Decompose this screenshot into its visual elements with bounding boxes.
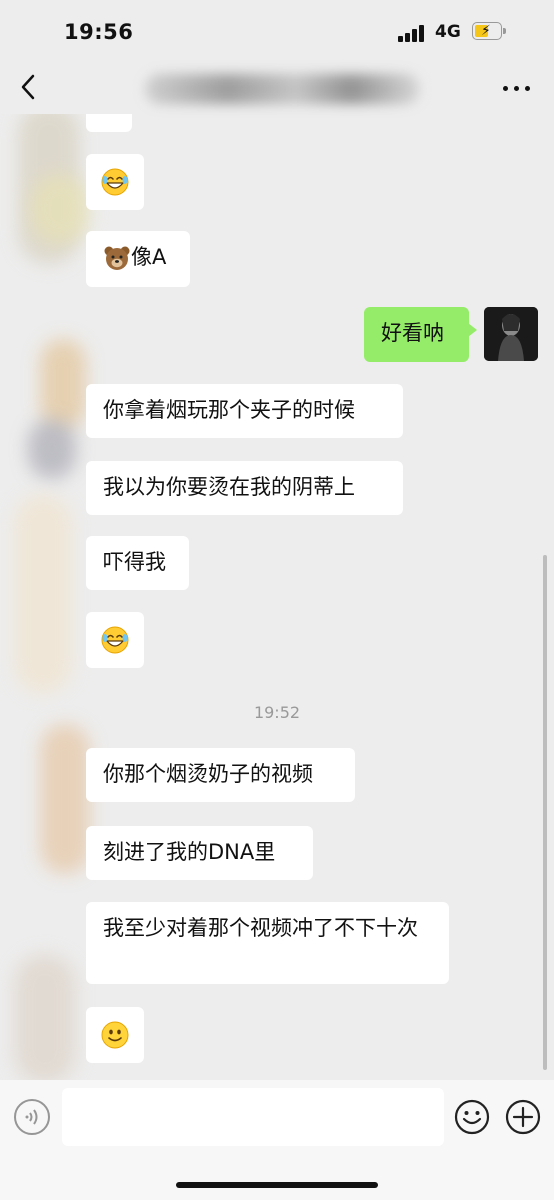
chevron-left-icon (21, 74, 35, 100)
outgoing-message-bubble[interactable]: 好看呐 (364, 307, 477, 362)
message-bubble[interactable]: 刻进了我的DNA里 (86, 826, 313, 880)
message-input[interactable] (62, 1088, 444, 1146)
my-avatar[interactable] (484, 307, 538, 361)
message-text: 你那个烟烫奶子的视频 (103, 762, 313, 786)
voice-button[interactable] (14, 1099, 50, 1135)
voice-icon (25, 1109, 38, 1125)
message-text: 我以为你要烫在我的阴蒂上 (103, 475, 355, 499)
message-bubble[interactable] (86, 1007, 144, 1063)
emoji-button[interactable] (454, 1099, 490, 1135)
grin-sweat-emoji-icon (101, 626, 129, 654)
message-bubble[interactable]: 像A (86, 231, 190, 287)
message-text: 好看呐 (381, 321, 444, 345)
message-text: 你拿着烟玩那个夹子的时候 (103, 398, 355, 422)
message-text: 我至少对着那个视频冲了不下十次 (103, 916, 418, 940)
message-text: 刻进了我的DNA里 (103, 840, 276, 864)
avatar-redacted (40, 339, 86, 429)
message-text: 像A (131, 245, 167, 269)
message-bubble[interactable] (86, 612, 144, 668)
avatar-redacted (14, 494, 72, 694)
home-indicator[interactable] (176, 1182, 378, 1188)
scrollbar[interactable] (543, 555, 547, 1070)
more-button[interactable] (500, 76, 534, 100)
avatar-redacted (40, 724, 90, 874)
more-functions-button[interactable] (505, 1099, 541, 1135)
avatar-redacted (14, 954, 76, 1080)
chat-header (0, 62, 554, 114)
message-bubble[interactable]: 你拿着烟玩那个夹子的时候 (86, 384, 403, 438)
smile-emoji-icon (101, 1021, 129, 1049)
message-bubble-cut[interactable] (86, 114, 132, 132)
message-bubble[interactable]: 吓得我 (86, 536, 189, 590)
message-bubble[interactable]: 我至少对着那个视频冲了不下十次 (86, 902, 449, 984)
message-bubble[interactable] (86, 154, 144, 210)
message-list[interactable]: 像A 好看呐 你拿着烟玩那个夹子的时候 我以为你要烫在我的阴蒂上 吓得我 19:… (0, 114, 554, 1080)
back-button[interactable] (14, 72, 44, 102)
status-bar: 19:56 4G ⚡ (0, 0, 554, 62)
chat-title-redacted (145, 74, 420, 104)
signal-icon (398, 24, 428, 42)
battery-icon: ⚡ (472, 22, 506, 40)
status-time: 19:56 (64, 20, 134, 44)
message-text: 吓得我 (103, 550, 166, 574)
message-bubble[interactable]: 我以为你要烫在我的阴蒂上 (86, 461, 403, 515)
bear-emoji-icon (104, 246, 130, 270)
more-dots-icon (503, 86, 508, 91)
avatar-redacted (30, 174, 90, 244)
avatar-redacted (28, 419, 76, 479)
message-timestamp: 19:52 (253, 703, 301, 722)
network-type: 4G (435, 22, 461, 42)
input-bar (0, 1080, 554, 1200)
emoji-icon (454, 1099, 490, 1135)
message-bubble[interactable]: 你那个烟烫奶子的视频 (86, 748, 355, 802)
grin-sweat-emoji-icon (101, 168, 129, 196)
plus-circle-icon (505, 1099, 541, 1135)
